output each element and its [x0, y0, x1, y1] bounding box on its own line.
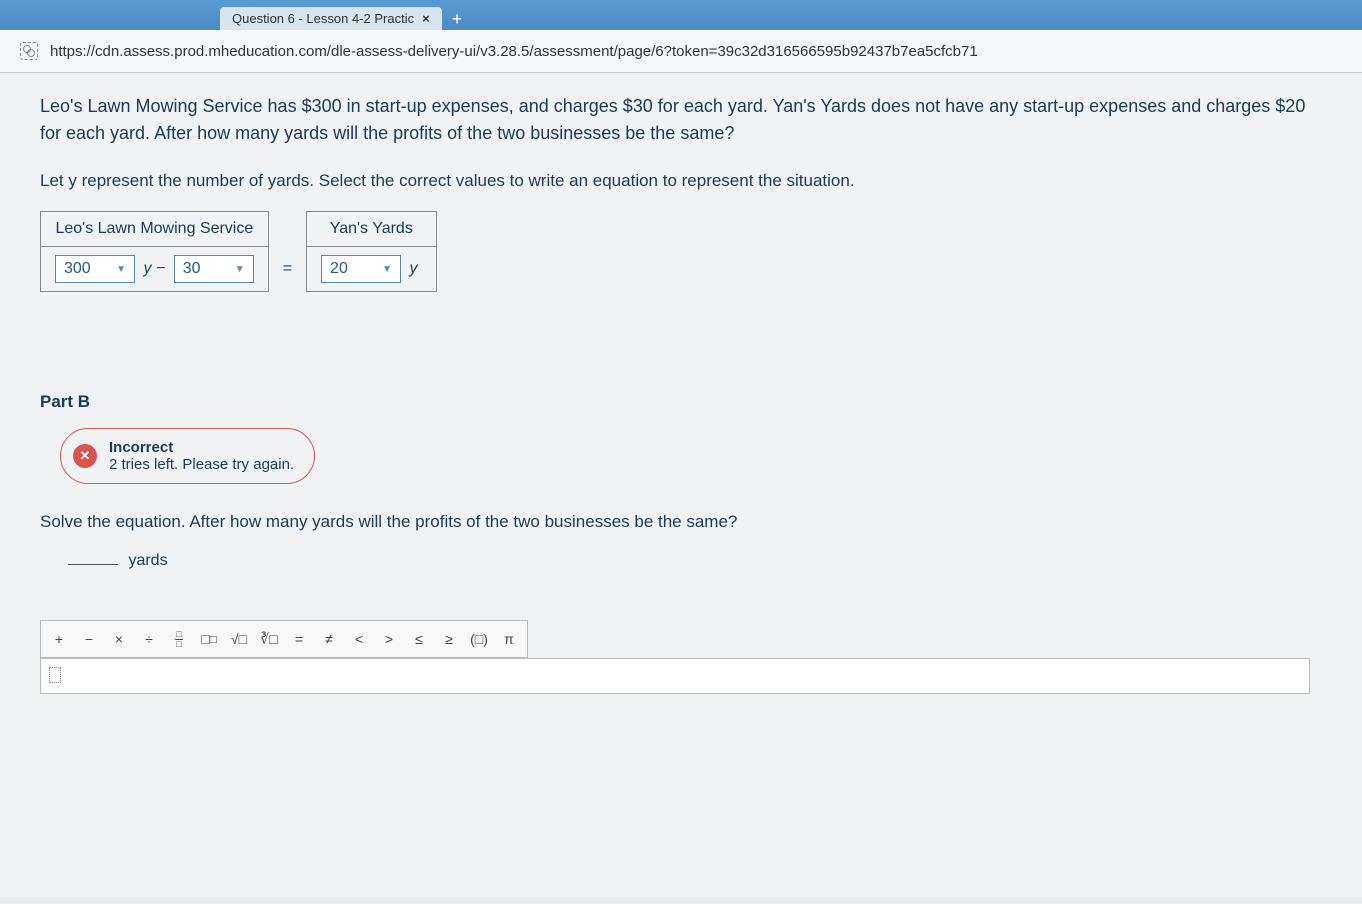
page-content: Leo's Lawn Mowing Service has $300 in st…: [0, 73, 1362, 897]
math-cursor-placeholder: [49, 667, 61, 683]
answer-line: yards: [68, 552, 1322, 570]
pi-button[interactable]: π: [495, 625, 523, 653]
browser-tab[interactable]: Question 6 - Lesson 4-2 Practic ×: [220, 7, 442, 30]
yan-expression-cell: 20 ▼ y: [307, 247, 436, 292]
dropdown-rate-leo[interactable]: 30 ▼: [174, 255, 254, 283]
equals-cell: =: [268, 247, 306, 292]
tab-title: Question 6 - Lesson 4-2 Practic: [232, 11, 414, 26]
dropdown-rate-yan[interactable]: 20 ▼: [321, 255, 401, 283]
dropdown-startup[interactable]: 300 ▼: [55, 255, 135, 283]
greater-than-button[interactable]: >: [375, 625, 403, 653]
times-button[interactable]: ×: [105, 625, 133, 653]
parentheses-button[interactable]: (□): [465, 625, 493, 653]
site-settings-icon[interactable]: [20, 42, 38, 60]
solve-prompt: Solve the equation. After how many yards…: [40, 512, 1322, 532]
variable-y-minus: y −: [143, 260, 165, 277]
question-text: Leo's Lawn Mowing Service has $300 in st…: [40, 93, 1322, 147]
divide-button[interactable]: ÷: [135, 625, 163, 653]
feedback-text: Incorrect 2 tries left. Please try again…: [109, 439, 294, 473]
leo-expression-cell: 300 ▼ y − 30 ▼: [41, 247, 269, 292]
incorrect-icon: ✕: [73, 444, 97, 468]
math-input[interactable]: [40, 658, 1310, 694]
chevron-down-icon: ▼: [116, 264, 126, 275]
spacer: [268, 212, 306, 247]
browser-tab-strip: Question 6 - Lesson 4-2 Practic × +: [0, 0, 1362, 30]
dropdown-value: 30: [183, 260, 229, 278]
not-equals-button[interactable]: ≠: [315, 625, 343, 653]
url-text[interactable]: https://cdn.assess.prod.mheducation.com/…: [50, 43, 978, 60]
header-yan: Yan's Yards: [307, 212, 436, 247]
dropdown-value: 300: [64, 260, 110, 278]
new-tab-button[interactable]: +: [442, 9, 473, 30]
greater-equal-button[interactable]: ≥: [435, 625, 463, 653]
answer-blank: [68, 564, 118, 565]
chevron-down-icon: ▼: [382, 264, 392, 275]
dropdown-value: 20: [330, 260, 376, 278]
equals-button[interactable]: =: [285, 625, 313, 653]
instruction-text: Let y represent the number of yards. Sel…: [40, 171, 1322, 191]
feedback-title: Incorrect: [109, 439, 294, 456]
equation-table: Leo's Lawn Mowing Service Yan's Yards 30…: [40, 211, 437, 292]
unit-label: yards: [128, 552, 167, 569]
less-equal-button[interactable]: ≤: [405, 625, 433, 653]
close-icon[interactable]: ×: [422, 11, 430, 26]
feedback-message: 2 tries left. Please try again.: [109, 456, 294, 473]
less-than-button[interactable]: <: [345, 625, 373, 653]
nroot-button[interactable]: ∛□: [255, 625, 283, 653]
variable-y: y: [410, 260, 418, 277]
header-leo: Leo's Lawn Mowing Service: [41, 212, 269, 247]
power-button[interactable]: □□: [195, 625, 223, 653]
math-toolbar: + − × ÷ □□ □□ √□ ∛□ = ≠ < > ≤ ≥ (□) π: [40, 620, 528, 658]
sqrt-button[interactable]: √□: [225, 625, 253, 653]
feedback-pill: ✕ Incorrect 2 tries left. Please try aga…: [60, 428, 315, 484]
address-bar: https://cdn.assess.prod.mheducation.com/…: [0, 30, 1362, 73]
plus-button[interactable]: +: [45, 625, 73, 653]
fraction-button[interactable]: □□: [165, 625, 193, 653]
minus-button[interactable]: −: [75, 625, 103, 653]
part-b-label: Part B: [40, 392, 1322, 412]
chevron-down-icon: ▼: [235, 264, 245, 275]
